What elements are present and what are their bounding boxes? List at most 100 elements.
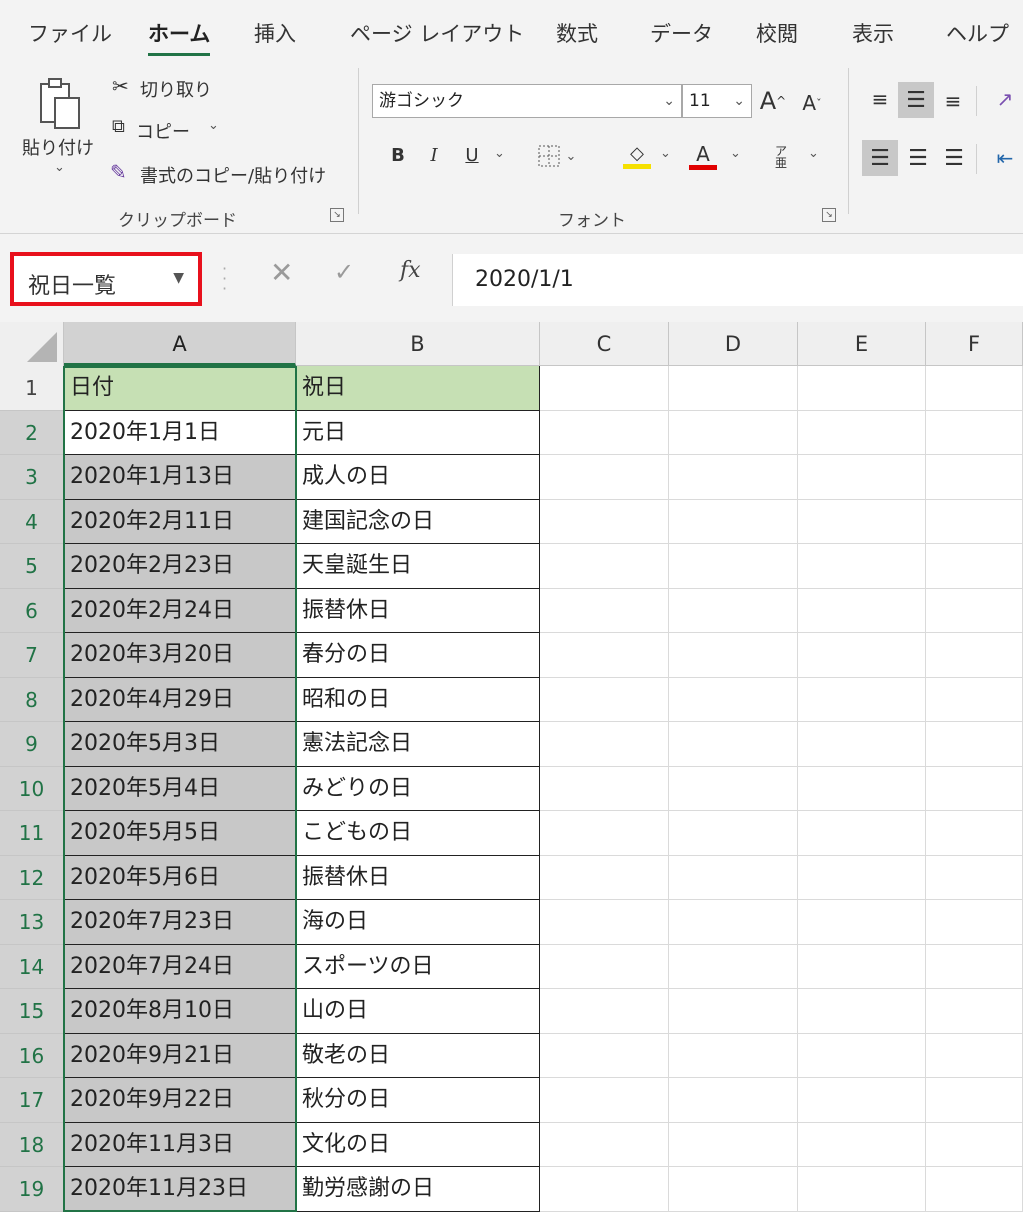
empty-cell[interactable] [669,1033,798,1078]
cell-date[interactable]: 2020年11月3日 [64,1122,296,1167]
cell-date[interactable]: 2020年2月24日 [64,588,296,633]
font-size-select[interactable]: 11 ⌄ [682,84,752,118]
column-header-b[interactable]: B [296,322,540,366]
empty-cell[interactable] [926,989,1023,1034]
font-launcher-icon[interactable]: ↘ [822,208,836,222]
cell-holiday[interactable]: 春分の日 [296,633,540,678]
column-header-a[interactable]: A [64,322,296,366]
empty-cell[interactable] [540,1078,669,1123]
cell-holiday[interactable]: 秋分の日 [296,1078,540,1123]
empty-cell[interactable] [798,410,926,455]
empty-cell[interactable] [798,366,926,411]
empty-cell[interactable] [540,1033,669,1078]
empty-cell[interactable] [798,455,926,500]
cell-date[interactable]: 2020年5月4日 [64,766,296,811]
column-header-e[interactable]: E [798,322,926,366]
empty-cell[interactable] [798,944,926,989]
column-header-c[interactable]: C [540,322,669,366]
cell-holiday[interactable]: 昭和の日 [296,677,540,722]
copy-button[interactable]: コピー [136,118,190,144]
tab-review[interactable]: 校閲 [756,18,798,48]
tab-file[interactable]: ファイル [28,18,112,48]
tab-page-layout[interactable]: ページ レイアウト [350,18,524,48]
cell-date[interactable]: 2020年2月23日 [64,544,296,589]
cancel-icon[interactable]: ✕ [270,256,293,289]
empty-cell[interactable] [798,544,926,589]
fill-color-icon[interactable]: ◇ [620,136,654,176]
format-painter-button[interactable]: 書式のコピー/貼り付け [140,162,326,188]
cell-holiday[interactable]: 振替休日 [296,588,540,633]
cell-date[interactable]: 2020年2月11日 [64,499,296,544]
empty-cell[interactable] [926,944,1023,989]
cell-date[interactable]: 2020年4月29日 [64,677,296,722]
empty-cell[interactable] [798,989,926,1034]
row-header[interactable]: 9 [0,722,64,767]
cell-holiday[interactable]: 振替休日 [296,855,540,900]
empty-cell[interactable] [926,499,1023,544]
row-header[interactable]: 14 [0,944,64,989]
formula-input[interactable]: 2020/1/1 [452,254,1023,306]
empty-cell[interactable] [926,811,1023,856]
empty-cell[interactable] [798,1078,926,1123]
empty-cell[interactable] [926,633,1023,678]
cell-date[interactable]: 2020年8月10日 [64,989,296,1034]
empty-cell[interactable] [926,1078,1023,1123]
empty-cell[interactable] [926,366,1023,411]
cell-date[interactable]: 2020年3月20日 [64,633,296,678]
empty-cell[interactable] [540,677,669,722]
tab-home[interactable]: ホーム [148,18,211,56]
chevron-down-icon[interactable]: ▼ [173,270,184,286]
cell-date[interactable]: 2020年1月1日 [64,410,296,455]
empty-cell[interactable] [798,633,926,678]
empty-cell[interactable] [669,766,798,811]
row-header[interactable]: 2 [0,410,64,455]
cell-date[interactable]: 2020年9月22日 [64,1078,296,1123]
empty-cell[interactable] [798,588,926,633]
cell-holiday[interactable]: 海の日 [296,900,540,945]
cell-holiday[interactable]: 憲法記念日 [296,722,540,767]
font-color-dropdown-icon[interactable]: ⌄ [730,146,741,161]
underline-button[interactable]: U [458,138,486,172]
cell-holiday[interactable]: 山の日 [296,989,540,1034]
empty-cell[interactable] [540,1167,669,1212]
row-header[interactable]: 10 [0,766,64,811]
empty-cell[interactable] [798,900,926,945]
cell-holiday[interactable]: 建国記念の日 [296,499,540,544]
empty-cell[interactable] [540,855,669,900]
bold-button[interactable]: B [384,138,412,172]
row-header[interactable]: 19 [0,1167,64,1212]
row-header[interactable]: 11 [0,811,64,856]
decrease-indent-icon[interactable]: ⇤ [990,140,1020,176]
cell-date[interactable]: 2020年1月13日 [64,455,296,500]
empty-cell[interactable] [669,1078,798,1123]
empty-cell[interactable] [798,811,926,856]
empty-cell[interactable] [669,455,798,500]
row-header[interactable]: 3 [0,455,64,500]
font-name-select[interactable]: 游ゴシック ⌄ [372,84,682,118]
row-header[interactable]: 7 [0,633,64,678]
insert-function-icon[interactable]: fx [400,258,421,283]
enter-icon[interactable]: ✓ [334,258,354,286]
clipboard-launcher-icon[interactable]: ↘ [330,208,344,222]
tab-help[interactable]: ヘルプ [946,18,1009,48]
cell-holiday[interactable]: 文化の日 [296,1122,540,1167]
column-header-f[interactable]: F [926,322,1023,366]
empty-cell[interactable] [540,455,669,500]
header-cell-date[interactable]: 日付 [64,366,296,411]
empty-cell[interactable] [798,1122,926,1167]
header-cell-holiday[interactable]: 祝日 [296,366,540,411]
empty-cell[interactable] [669,544,798,589]
cell-holiday[interactable]: こどもの日 [296,811,540,856]
cell-date[interactable]: 2020年5月3日 [64,722,296,767]
empty-cell[interactable] [669,989,798,1034]
empty-cell[interactable] [798,1033,926,1078]
empty-cell[interactable] [540,811,669,856]
empty-cell[interactable] [926,722,1023,767]
select-all-corner[interactable] [0,322,64,366]
empty-cell[interactable] [669,499,798,544]
empty-cell[interactable] [669,722,798,767]
cell-holiday[interactable]: みどりの日 [296,766,540,811]
empty-cell[interactable] [798,855,926,900]
cell-holiday[interactable]: 敬老の日 [296,1033,540,1078]
align-middle-icon[interactable]: ☰ [898,82,934,118]
